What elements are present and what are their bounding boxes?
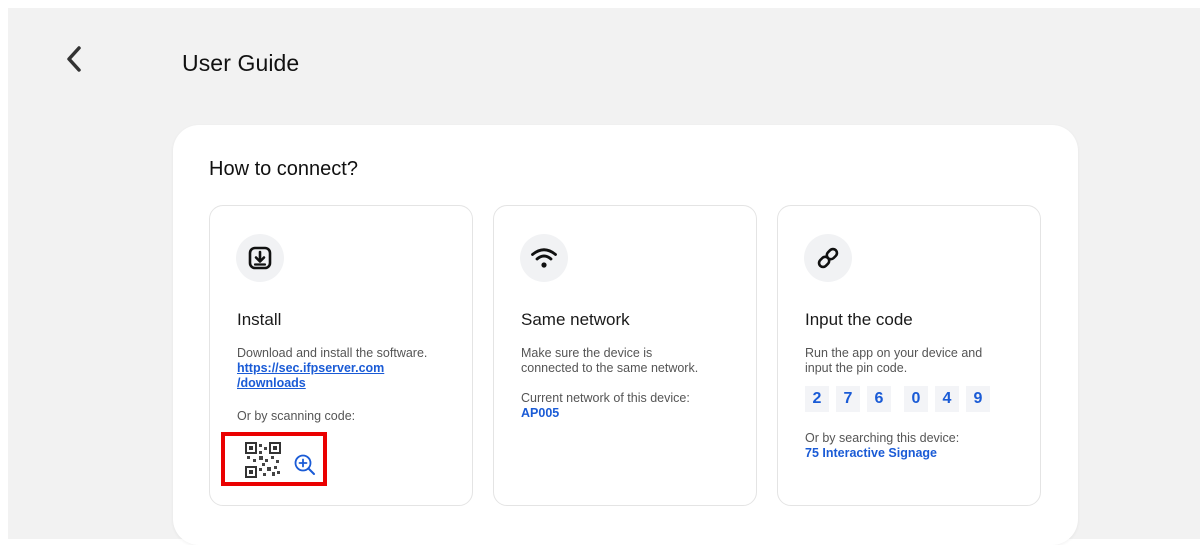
link-icon [804, 234, 852, 282]
code-body: Run the app on your device and input the… [805, 346, 1033, 376]
pin-code: 2 7 6 0 4 9 [805, 386, 997, 412]
current-network-label: Current network of this device: [521, 391, 690, 405]
install-description: Download and install the software. [237, 346, 428, 360]
pin-digit: 0 [904, 386, 928, 412]
device-name: 75 Interactive Signage [805, 446, 938, 460]
network-step-card: Same network Make sure the device is con… [493, 205, 757, 506]
pin-digit: 6 [867, 386, 891, 412]
pin-digit: 9 [966, 386, 990, 412]
network-title: Same network [521, 310, 630, 329]
pin-digit: 4 [935, 386, 959, 412]
code-description-line1: Run the app on your device and [805, 346, 983, 360]
network-body: Make sure the device is connected to the… [521, 346, 749, 421]
pin-digit: 2 [805, 386, 829, 412]
back-button[interactable] [60, 42, 88, 76]
search-device-label: Or by searching this device: [805, 431, 960, 445]
device-search-info: Or by searching this device: 75 Interact… [805, 431, 1033, 461]
wifi-icon [520, 234, 568, 282]
current-network-value: AP005 [521, 406, 560, 420]
install-step-card: Install Download and install the softwar… [209, 205, 473, 506]
connect-guide-card: How to connect? Install Download and ins… [173, 125, 1078, 545]
scan-code-label: Or by scanning code: [237, 409, 356, 423]
network-description-line1: Make sure the device is [521, 346, 653, 360]
install-title: Install [237, 310, 282, 329]
network-description-line2: connected to the same network. [521, 361, 699, 375]
zoom-qr-button[interactable] [293, 453, 317, 477]
code-description-line2: input the pin code. [805, 361, 908, 375]
zoom-in-icon [294, 454, 315, 475]
code-title: Input the code [805, 310, 913, 329]
download-link[interactable]: https://sec.ifpserver.com /downloads [237, 361, 465, 391]
page-title: User Guide [182, 50, 300, 76]
chevron-left-icon [67, 46, 81, 72]
download-link-line1: https://sec.ifpserver.com [237, 361, 385, 375]
download-icon [236, 234, 284, 282]
pin-digit: 7 [836, 386, 860, 412]
qr-code-icon [245, 442, 281, 478]
install-body: Download and install the software. https… [237, 346, 465, 424]
code-step-card: Input the code Run the app on your devic… [777, 205, 1041, 506]
download-link-line2: /downloads [237, 376, 306, 390]
section-title: How to connect? [209, 158, 358, 180]
